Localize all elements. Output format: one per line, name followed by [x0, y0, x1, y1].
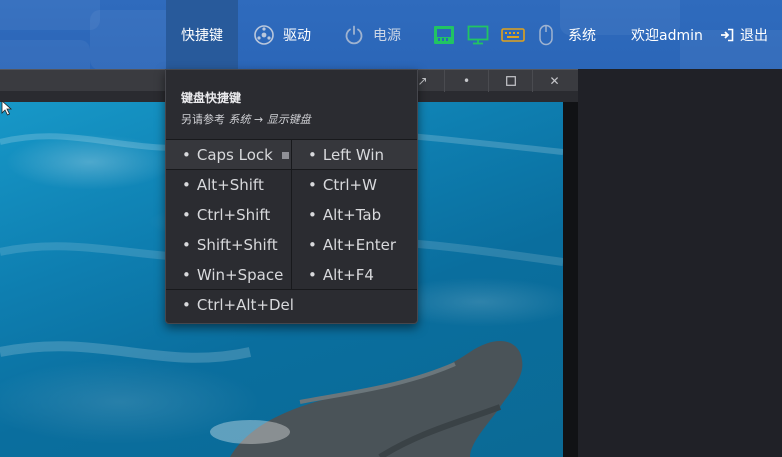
logout-button[interactable]: 退出 — [720, 0, 768, 69]
shortcut-row: • Caps Lock • Left Win — [166, 140, 417, 170]
close-icon[interactable]: ✕ — [532, 70, 576, 92]
power-icon — [343, 24, 365, 46]
shortcut-alt-f4[interactable]: • Alt+F4 — [292, 260, 417, 289]
shortcut-label: Win+Space — [196, 265, 284, 284]
shortcut-label: Alt+Tab — [322, 206, 382, 224]
background-tile — [0, 40, 90, 69]
shortcut-label: Ctrl+Alt+Del — [196, 296, 294, 314]
display-status[interactable] — [467, 0, 497, 69]
shortcut-label: Alt+F4 — [322, 265, 374, 284]
shortcut-caps-lock[interactable]: • Caps Lock — [166, 140, 292, 169]
shortcut-label: Shift+Shift — [196, 236, 278, 254]
shortcut-row: • Win+Space • Alt+F4 — [166, 260, 417, 290]
shortcut-label: Left Win — [322, 145, 385, 164]
shortcut-alt-shift[interactable]: • Alt+Shift — [166, 170, 292, 200]
nav-drivers[interactable]: 驱动 — [253, 0, 311, 69]
network-icon — [433, 25, 455, 45]
keyboard-icon — [501, 27, 525, 43]
shortcut-ctrl-w[interactable]: • Ctrl+W — [292, 170, 417, 200]
nav-system-label: 系统 — [568, 27, 596, 44]
shortcut-row: • Alt+Shift • Ctrl+W — [166, 170, 417, 200]
shortcut-menu-header: 键盘快捷键 另请参考 系统 → 显示键盘 — [166, 70, 417, 140]
nav-drivers-label: 驱动 — [283, 27, 311, 44]
logout-label: 退出 — [740, 27, 768, 44]
welcome-label: 欢迎admin — [631, 27, 703, 44]
shortcut-grid: • Caps Lock • Left Win • Alt+Shift • Ctrl+W … — [166, 140, 417, 320]
shortcut-label: Alt+Shift — [196, 176, 264, 194]
shortcut-label: Ctrl+Shift — [196, 206, 271, 224]
keyboard-status[interactable] — [501, 0, 533, 69]
nav-shortcuts-label: 快捷键 — [181, 27, 223, 44]
welcome-user: 欢迎admin — [631, 0, 703, 69]
nav-power[interactable]: 电源 — [343, 0, 401, 69]
shortcut-row: • Ctrl+Shift • Alt+Tab — [166, 200, 417, 230]
minimize-icon[interactable]: • — [444, 70, 488, 92]
shortcut-ctrl-shift[interactable]: • Ctrl+Shift — [166, 200, 292, 230]
shortcut-label: Caps Lock — [196, 145, 273, 164]
toggle-indicator-icon — [282, 152, 289, 159]
logout-icon — [720, 28, 734, 42]
mouse-icon — [538, 24, 554, 46]
hint-prefix: 另请参考 — [181, 113, 229, 126]
shortcut-left-win[interactable]: • Left Win — [292, 140, 417, 169]
nav-shortcuts[interactable]: 快捷键 — [166, 0, 238, 69]
monitor-icon — [467, 25, 489, 45]
shortcut-win-space[interactable]: • Win+Space — [166, 260, 292, 289]
hint-system: 系统 — [228, 113, 251, 126]
background-tile — [0, 0, 100, 30]
drivers-icon — [253, 24, 275, 46]
keyboard-shortcut-menu: 键盘快捷键 另请参考 系统 → 显示键盘 • Caps Lock • Left Wi… — [165, 69, 418, 324]
network-status[interactable] — [433, 0, 463, 69]
shortcut-alt-tab[interactable]: • Alt+Tab — [292, 200, 417, 230]
top-nav-bar: 快捷键 驱动 电源 系统 欢迎admin 退出 — [0, 0, 782, 69]
shortcut-alt-enter[interactable]: • Alt+Enter — [292, 230, 417, 260]
shortcut-label: Ctrl+W — [322, 176, 377, 194]
shortcut-menu-hint: 另请参考 系统 → 显示键盘 — [181, 111, 402, 127]
shortcut-menu-title: 键盘快捷键 — [181, 91, 242, 105]
shortcut-block: • Alt+Shift • Ctrl+W • Ctrl+Shift • Alt+Tab … — [166, 170, 417, 290]
hint-arrow: → — [250, 113, 267, 126]
nav-system[interactable]: 系统 — [538, 0, 596, 69]
desktop-scrollbar[interactable] — [563, 102, 578, 457]
maximize-icon[interactable] — [488, 70, 532, 92]
shortcut-row: • Ctrl+Alt+Del — [166, 290, 417, 320]
shortcut-row: • Shift+Shift • Alt+Enter — [166, 230, 417, 260]
mouse-cursor-icon — [1, 100, 13, 116]
shortcut-ctrl-alt-del[interactable]: • Ctrl+Alt+Del — [166, 290, 417, 320]
hint-target: 显示键盘 — [266, 113, 311, 126]
shortcut-shift-shift[interactable]: • Shift+Shift — [166, 230, 292, 260]
shortcut-label: Alt+Enter — [322, 236, 396, 254]
nav-power-label: 电源 — [373, 27, 401, 44]
